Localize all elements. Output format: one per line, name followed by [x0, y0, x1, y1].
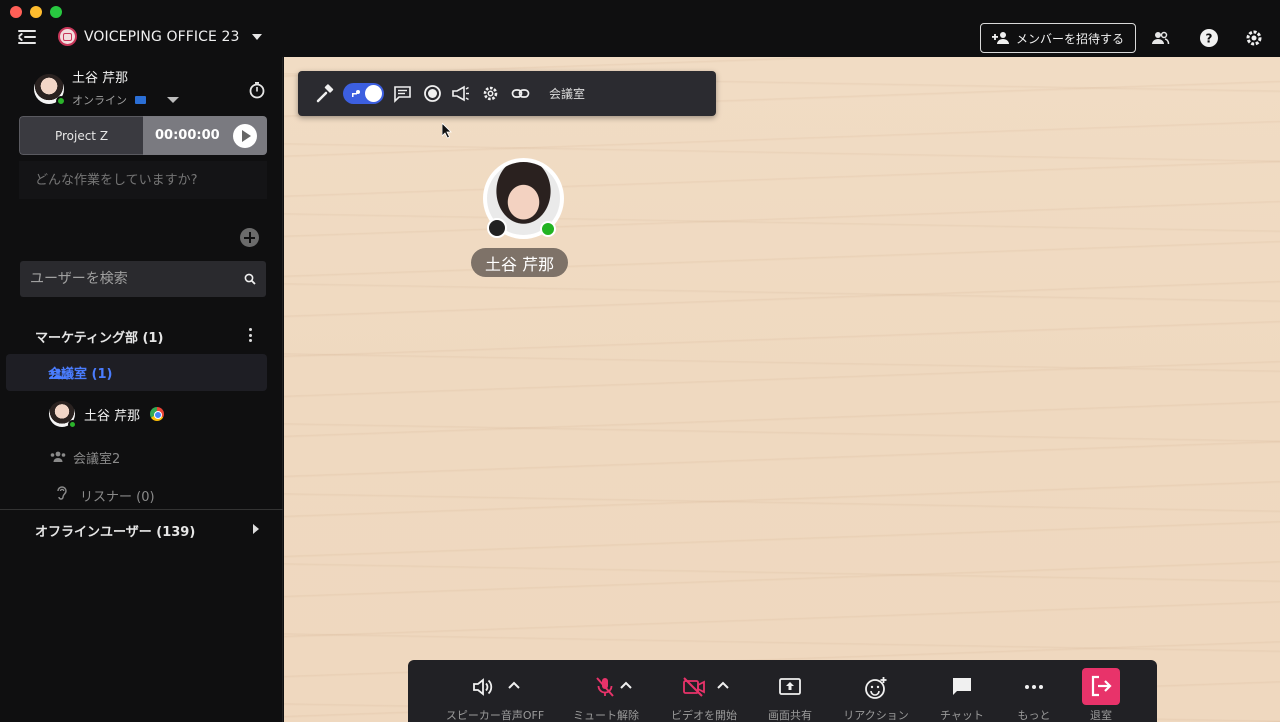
- hammer-icon[interactable]: [316, 84, 335, 103]
- user-name-tag: 土谷 芹那: [471, 248, 569, 277]
- search-icon[interactable]: [244, 273, 256, 285]
- online-status-dot: [68, 420, 77, 429]
- record-icon[interactable]: [423, 84, 442, 103]
- listener-count[interactable]: リスナー (0): [80, 486, 155, 505]
- unmute-label: ミュート解除: [573, 709, 639, 722]
- project-name[interactable]: Project Z: [19, 116, 143, 155]
- members-icon[interactable]: [1150, 28, 1170, 48]
- my-status[interactable]: オンライン: [72, 92, 146, 108]
- reaction-label: リアクション: [843, 709, 909, 722]
- sidebar: 土谷 芹那 オンライン Project Z 00:00:00 どんな作業をしてい…: [0, 57, 283, 722]
- leave-label: 退室: [1090, 709, 1112, 722]
- chrome-icon: [150, 407, 165, 421]
- user-search: [20, 261, 266, 297]
- invite-member-button[interactable]: メンバーを招待する: [980, 23, 1136, 53]
- chevron-up-icon[interactable]: [620, 681, 632, 689]
- mic-muted-icon: [487, 218, 507, 238]
- more-label: もっと: [1017, 709, 1051, 722]
- online-status-dot: [56, 96, 66, 106]
- minimize-window-button[interactable]: [30, 6, 42, 18]
- screen-share-icon: [779, 678, 801, 695]
- task-input[interactable]: [19, 161, 267, 199]
- add-room-button[interactable]: [240, 228, 259, 247]
- close-window-button[interactable]: [10, 6, 22, 18]
- user-avatar-on-stage[interactable]: [483, 158, 564, 239]
- svg-text:?: ?: [1206, 32, 1213, 46]
- project-timer: 00:00:00: [143, 116, 267, 155]
- my-avatar[interactable]: [34, 74, 66, 106]
- chevron-right-icon[interactable]: [253, 524, 259, 534]
- menu-toggle-icon[interactable]: [17, 28, 38, 46]
- link-icon[interactable]: [511, 84, 530, 103]
- chat-button[interactable]: チャット: [930, 660, 994, 722]
- search-input[interactable]: [20, 261, 230, 297]
- chevron-up-icon[interactable]: [717, 681, 729, 689]
- key-icon: [352, 90, 360, 97]
- more-vert-icon[interactable]: [247, 328, 253, 342]
- status-text: オンライン: [72, 94, 127, 107]
- room-item-2[interactable]: 会議室2: [73, 448, 120, 467]
- ear-icon: [57, 486, 67, 500]
- flag-icon: [135, 96, 146, 104]
- settings-icon[interactable]: [1244, 28, 1264, 48]
- member-item[interactable]: 土谷 芹那: [49, 401, 249, 429]
- help-icon[interactable]: ?: [1199, 28, 1219, 48]
- video-off-icon: [683, 677, 705, 697]
- start-video-button[interactable]: ビデオを開始: [664, 660, 744, 722]
- play-icon[interactable]: [233, 124, 257, 148]
- status-dropdown-icon[interactable]: [167, 97, 179, 103]
- member-name: 土谷 芹那: [84, 408, 141, 424]
- more-horiz-icon: [1025, 685, 1043, 689]
- group-icon: [50, 451, 66, 462]
- chevron-up-icon[interactable]: [508, 681, 520, 689]
- stopwatch-icon[interactable]: [248, 81, 266, 99]
- start-video-label: ビデオを開始: [671, 709, 737, 722]
- mic-off-icon: [596, 677, 614, 697]
- room-item-active[interactable]: 会議室 (1): [6, 354, 267, 391]
- group-icon: [49, 368, 67, 379]
- room-name-label: 会議室: [549, 87, 586, 101]
- leave-icon-bg: [1082, 668, 1120, 705]
- mouse-cursor-icon: [442, 123, 452, 139]
- chevron-down-icon: [252, 33, 263, 40]
- megaphone-icon[interactable]: [451, 84, 470, 103]
- exit-icon: [1091, 675, 1112, 697]
- online-status-dot: [540, 221, 556, 237]
- chat-icon: [953, 678, 971, 695]
- window-controls: [10, 6, 62, 18]
- control-bar: スピーカー音声OFF ミュート解除 ビデオを開始 画面共有 リアクション チャッ…: [408, 660, 1157, 722]
- emoji-add-icon: [865, 677, 887, 699]
- invite-label: メンバーを招待する: [1015, 31, 1124, 46]
- reaction-button[interactable]: リアクション: [838, 660, 914, 722]
- leave-room-button[interactable]: 退室: [1072, 660, 1130, 722]
- lock-toggle[interactable]: [343, 83, 384, 104]
- offline-users-header[interactable]: オフラインユーザー (139): [35, 521, 195, 540]
- workspace-selector[interactable]: VOICEPING OFFICE 23: [58, 27, 263, 46]
- speaker-icon: [473, 678, 493, 696]
- sidebar-divider: [0, 509, 283, 510]
- chat-label: チャット: [940, 709, 984, 722]
- room-settings-icon[interactable]: [481, 84, 500, 103]
- my-name: 土谷 芹那: [72, 71, 129, 86]
- workspace-name: VOICEPING OFFICE 23: [84, 28, 240, 45]
- speaker-button[interactable]: スピーカー音声OFF: [442, 660, 548, 722]
- screen-share-button[interactable]: 画面共有: [758, 660, 822, 722]
- avatar: [49, 401, 77, 429]
- avatar: [34, 74, 66, 106]
- app-window: VOICEPING OFFICE 23 メンバーを招待する ? 土谷 芹那 オン…: [0, 0, 1280, 722]
- title-bar: VOICEPING OFFICE 23 メンバーを招待する ?: [0, 0, 1280, 57]
- speaker-label: スピーカー音声OFF: [445, 709, 545, 722]
- more-button[interactable]: もっと: [1004, 660, 1064, 722]
- room-toolbar: 会議室: [298, 71, 716, 116]
- message-icon[interactable]: [393, 84, 412, 103]
- add-person-icon: [991, 32, 1009, 44]
- screen-share-label: 画面共有: [768, 709, 812, 722]
- timer-value: 00:00:00: [155, 128, 220, 143]
- unmute-button[interactable]: ミュート解除: [566, 660, 646, 722]
- room-stage[interactable]: 会議室 土谷 芹那: [284, 57, 1280, 722]
- department-header[interactable]: マーケティング部 (1): [35, 327, 163, 346]
- workspace-logo-icon: [58, 27, 77, 46]
- project-timer-widget[interactable]: Project Z 00:00:00: [19, 116, 267, 155]
- maximize-window-button[interactable]: [50, 6, 62, 18]
